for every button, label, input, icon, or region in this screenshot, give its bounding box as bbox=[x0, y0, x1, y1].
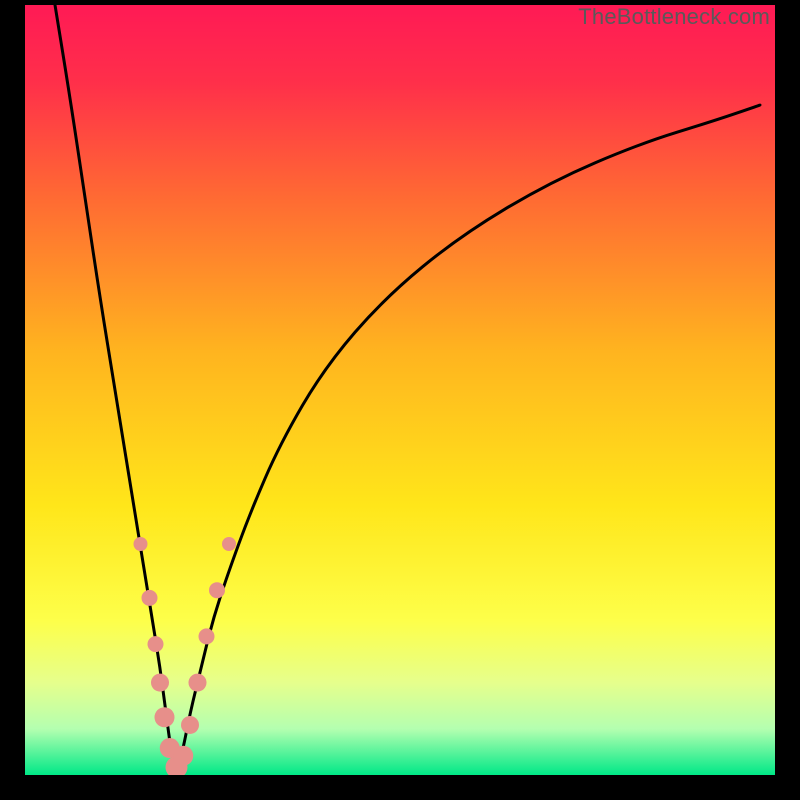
bead-marker bbox=[155, 707, 175, 727]
bead-marker bbox=[189, 674, 207, 692]
chart-frame: TheBottleneck.com bbox=[0, 0, 800, 800]
bead-marker bbox=[222, 537, 236, 551]
bottleneck-curve bbox=[55, 5, 760, 766]
bead-marker bbox=[173, 746, 193, 766]
watermark-text: TheBottleneck.com bbox=[578, 4, 770, 30]
bead-marker bbox=[199, 628, 215, 644]
bead-marker bbox=[142, 590, 158, 606]
curve-layer bbox=[25, 5, 775, 775]
bead-marker bbox=[209, 582, 225, 598]
bead-marker bbox=[134, 537, 148, 551]
plot-area bbox=[25, 5, 775, 775]
bead-marker bbox=[148, 636, 164, 652]
bead-marker bbox=[151, 674, 169, 692]
bead-marker bbox=[181, 716, 199, 734]
